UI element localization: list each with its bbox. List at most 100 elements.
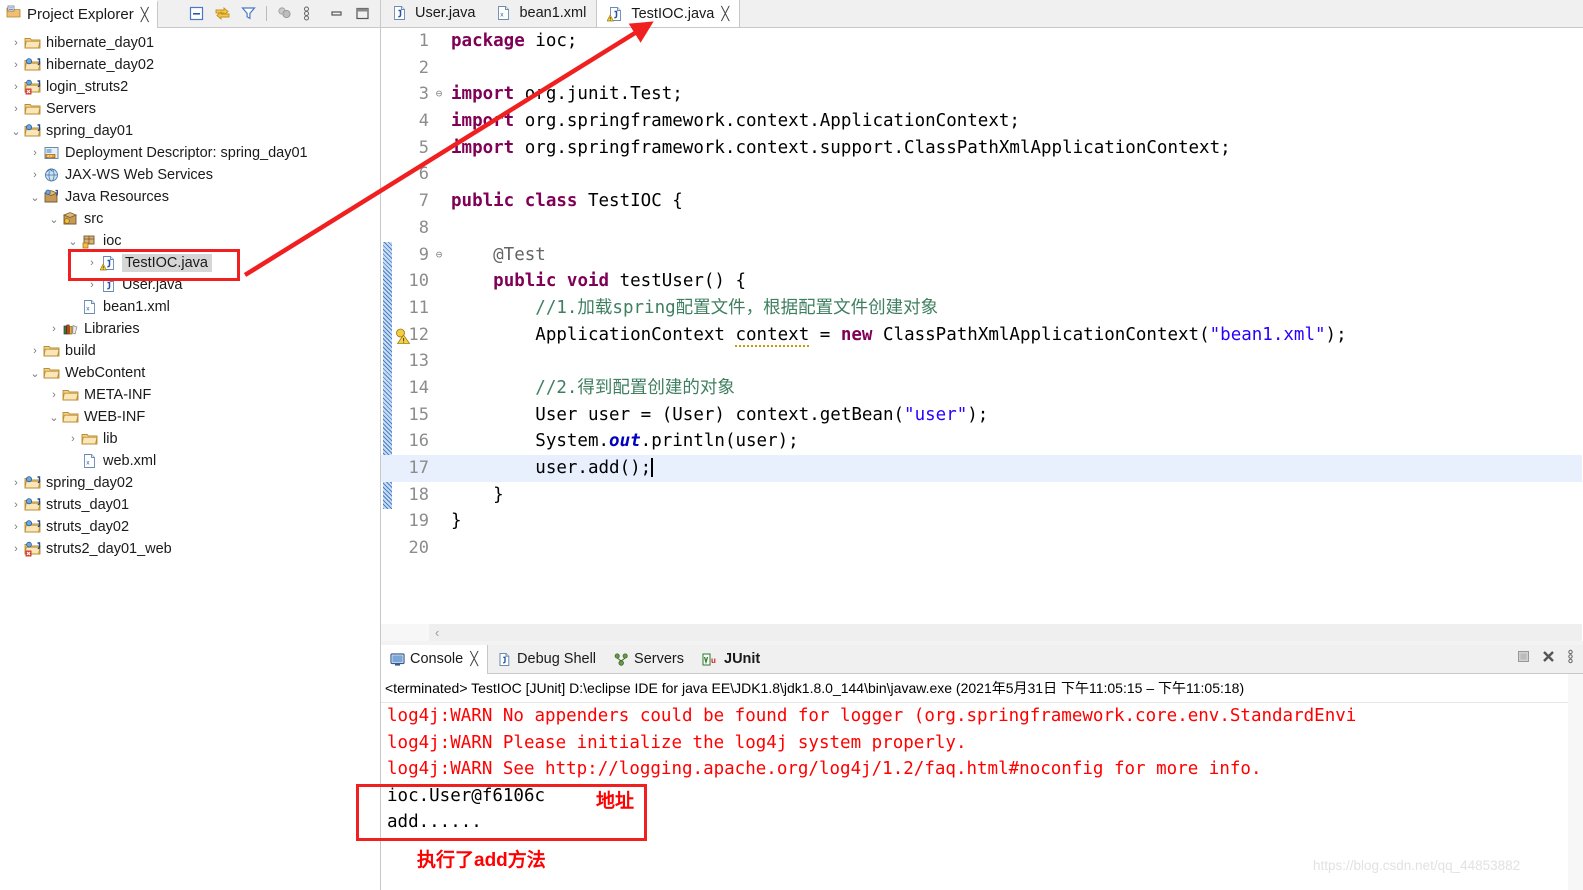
tree-item-build[interactable]: › build [0,340,380,362]
chevron-right-icon[interactable]: › [27,345,43,357]
editor-and-console-area: User.java x bean1.xml TestIOC.java ╳ 1 packag… [381,0,1583,890]
project-error-icon [24,79,42,95]
tree-item-login-struts2[interactable]: › login_struts2 [0,76,380,98]
code-lines[interactable]: 1 package ioc; 2 3 ⊖ import org.junit.Test; 4 i… [381,28,1582,641]
token: out [609,431,641,452]
tree-item-servers[interactable]: › Servers [0,98,380,120]
chevron-right-icon[interactable]: › [27,169,43,181]
code-line-2[interactable]: 2 [381,55,1582,82]
editor-tab-user-java[interactable]: User.java [381,0,486,27]
chevron-right-icon[interactable]: › [8,499,24,511]
console-tab-servers[interactable]: Servers [605,645,693,674]
filter-icon[interactable] [240,5,257,22]
chevron-down-icon[interactable]: ⌄ [46,213,62,226]
maximize-icon[interactable] [354,5,371,22]
close-icon[interactable]: ╳ [141,7,149,23]
code-line-3[interactable]: 3 ⊖ import org.junit.Test; [381,81,1582,108]
chevron-down-icon[interactable]: ⌄ [8,125,24,138]
view-menu-icon[interactable] [302,5,319,22]
close-icon[interactable]: ╳ [470,651,478,667]
tree-item-libraries[interactable]: › Libraries [0,318,380,340]
code-line-19[interactable]: 19} [381,508,1582,535]
focus-active-task-icon[interactable] [276,5,293,22]
fold-collapse-icon[interactable]: ⊖ [431,81,447,108]
editor-tab-testioc-java[interactable]: TestIOC.java ╳ [596,0,741,27]
chevron-right-icon[interactable]: › [65,433,81,445]
tree-item-webcontent[interactable]: ⌄ WebContent [0,362,380,384]
chevron-right-icon[interactable]: › [8,81,24,93]
code-line-20[interactable]: 20 [381,535,1582,562]
code-line-6[interactable]: 6 [381,161,1582,188]
tree-item-struts-day01[interactable]: › struts_day01 [0,494,380,516]
line-number: 3 [418,84,429,105]
code-line-14[interactable]: 14 //2.得到配置创建的对象 [381,375,1582,402]
terminate-icon[interactable] [1516,649,1531,669]
console-vertical-scrollbar[interactable] [1568,674,1583,890]
tree-item-bean1-xml[interactable]: x bean1.xml [0,296,380,318]
tree-item-java-resources[interactable]: ⌄ Java Resources [0,186,380,208]
console-tab-junit[interactable]: u JUnit [693,645,769,674]
scroll-left-arrow[interactable]: ‹ [429,625,439,640]
collapse-all-icon[interactable] [188,5,205,22]
code-line-8[interactable]: 8 [381,215,1582,242]
chevron-down-icon[interactable]: ⌄ [27,367,43,380]
code-line-16[interactable]: 16 System.out.println(user); [381,428,1582,455]
tree-item-hibernate-day01[interactable]: › hibernate_day01 [0,32,380,54]
code-line-10[interactable]: 10 public void testUser() { [381,268,1582,295]
chevron-right-icon[interactable]: › [84,257,100,269]
chevron-down-icon[interactable]: ⌄ [46,411,62,424]
tree-item-web-xml[interactable]: x web.xml [0,450,380,472]
editor-tab-bean1-xml[interactable]: x bean1.xml [485,0,597,27]
editor-horizontal-scrollbar[interactable]: ‹ [429,624,1582,641]
chevron-right-icon[interactable]: › [46,323,62,335]
chevron-right-icon[interactable]: › [27,147,43,159]
code-line-17[interactable]: 17 user.add(); [381,455,1582,482]
chevron-right-icon[interactable]: › [8,521,24,533]
chevron-right-icon[interactable]: › [8,103,24,115]
code-line-4[interactable]: 4 import org.springframework.context.Appl… [381,108,1582,135]
tree-item-hibernate-day02[interactable]: › hibernate_day02 [0,54,380,76]
code-line-11[interactable]: 11 //1.加载spring配置文件，根据配置文件创建对象 [381,295,1582,322]
code-line-13[interactable]: 13 [381,348,1582,375]
tree-item-spring-day02[interactable]: › spring_day02 [0,472,380,494]
chevron-right-icon[interactable]: › [8,543,24,555]
tree-item-testioc-java[interactable]: › TestIOC.java [0,252,380,274]
chevron-right-icon[interactable]: › [46,389,62,401]
tree-item-spring-day01[interactable]: ⌄ spring_day01 [0,120,380,142]
project-tree[interactable]: › hibernate_day01 › hibernate_day02 › login_s… [0,28,380,890]
code-line-7[interactable]: 7 public class TestIOC { [381,188,1582,215]
code-line-5[interactable]: 5 import org.springframework.context.supp… [381,135,1582,162]
tree-item-struts-day02[interactable]: › struts_day02 [0,516,380,538]
minimize-icon[interactable] [328,5,345,22]
chevron-right-icon[interactable]: › [84,279,100,291]
close-icon[interactable]: ╳ [721,6,729,22]
code-line-15[interactable]: 15 User user = (User) context.getBean("u… [381,402,1582,429]
chevron-right-icon[interactable]: › [8,477,24,489]
tree-item-user-java[interactable]: › User.java [0,274,380,296]
tree-item-meta-inf[interactable]: › META-INF [0,384,380,406]
link-with-editor-icon[interactable] [214,5,231,22]
fold-collapse-icon[interactable]: ⊖ [431,242,447,269]
terminated-process-label: <terminated> TestIOC [JUnit] D:\eclipse … [381,676,1583,703]
chevron-down-icon[interactable]: ⌄ [27,191,43,204]
tree-item-deployment-descriptor-spring-day01[interactable]: › 4.0 Deployment Descriptor: spring_day01 [0,142,380,164]
view-menu-icon[interactable] [1566,649,1575,669]
tree-item-lib[interactable]: › lib [0,428,380,450]
code-line-12[interactable]: 12 ApplicationContext context = new Clas… [381,322,1582,349]
chevron-right-icon[interactable]: › [8,37,24,49]
tree-item-jax-ws-web-services[interactable]: › JAX-WS Web Services [0,164,380,186]
close-console-icon[interactable] [1541,649,1556,669]
tree-item-ioc[interactable]: ⌄ ioc [0,230,380,252]
chevron-right-icon[interactable]: › [8,59,24,71]
java-code-editor[interactable]: 1 package ioc; 2 3 ⊖ import org.junit.Test; 4 i… [381,28,1583,641]
tree-item-struts2-day01-web[interactable]: › struts2_day01_web [0,538,380,560]
chevron-down-icon[interactable]: ⌄ [65,235,81,248]
console-tab-console[interactable]: Console ╳ [381,644,489,674]
tree-item-src[interactable]: ⌄ src [0,208,380,230]
code-line-9[interactable]: 9 ⊖ @Test [381,242,1582,269]
code-line-18[interactable]: 18 } [381,482,1582,509]
project-explorer-tab[interactable]: Project Explorer ╳ [0,0,158,28]
code-line-1[interactable]: 1 package ioc; [381,28,1582,55]
tree-item-web-inf[interactable]: ⌄ WEB-INF [0,406,380,428]
console-tab-debug-shell[interactable]: Debug Shell [488,645,605,674]
